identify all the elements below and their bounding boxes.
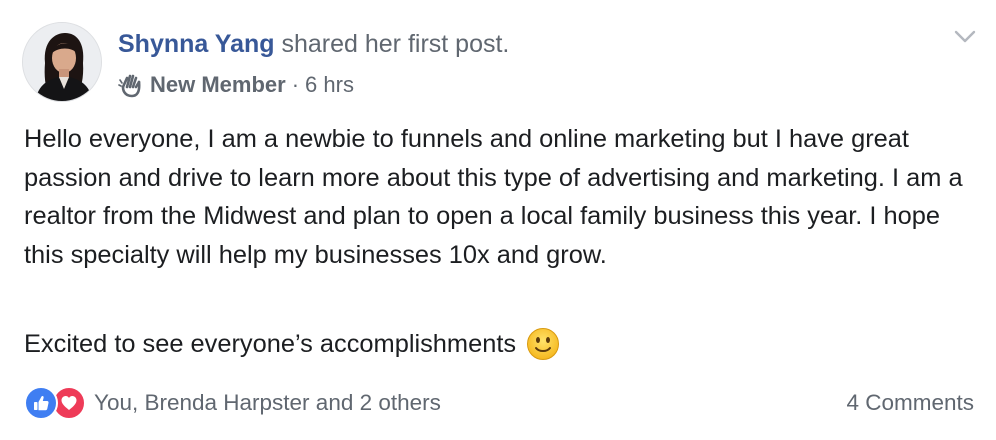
like-icon bbox=[24, 386, 58, 420]
reaction-summary-link[interactable]: You, Brenda Harpster and 2 others bbox=[94, 390, 441, 416]
chevron-down-icon[interactable] bbox=[950, 26, 980, 48]
reaction-icons[interactable] bbox=[24, 386, 86, 420]
post-meta: New Member · 6 hrs bbox=[118, 70, 354, 100]
avatar-photo bbox=[23, 23, 101, 101]
slightly-smiling-face-icon bbox=[527, 328, 560, 360]
post-body-line: Excited to see everyone’s accomplishment… bbox=[24, 325, 560, 363]
author-avatar[interactable] bbox=[22, 22, 102, 102]
post-card: Shynna Yang shared her first post. New M… bbox=[0, 0, 996, 440]
post-footer: You, Brenda Harpster and 2 others 4 Comm… bbox=[24, 386, 974, 420]
post-body-second-paragraph: Excited to see everyone’s accomplishment… bbox=[24, 330, 517, 358]
comments-count-link[interactable]: 4 Comments bbox=[846, 390, 974, 416]
author-name-link[interactable]: Shynna Yang bbox=[118, 30, 275, 58]
member-badge-label[interactable]: New Member bbox=[150, 70, 286, 100]
shared-text: shared her first post. bbox=[281, 30, 510, 58]
post-header: Shynna Yang shared her first post. bbox=[118, 28, 509, 60]
post-timestamp[interactable]: 6 hrs bbox=[305, 70, 354, 100]
post-body-paragraph: Hello everyone, I am a newbie to funnels… bbox=[24, 125, 963, 269]
meta-separator: · bbox=[291, 72, 300, 97]
waving-hand-icon bbox=[118, 74, 141, 98]
